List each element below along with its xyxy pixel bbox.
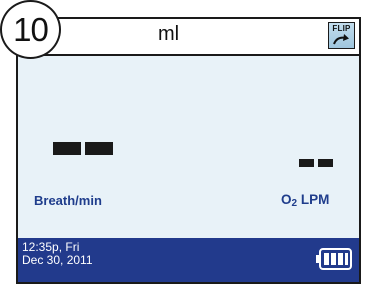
o2-flow-value-placeholder	[299, 154, 337, 172]
breath-rate-value-placeholder	[53, 142, 117, 160]
o2-flow-label: O2 LPM	[281, 192, 329, 209]
breath-rate-label: Breath/min	[34, 193, 102, 208]
dash	[85, 142, 113, 155]
top-bar: ml FLIP	[18, 19, 359, 56]
flip-arrow-icon	[333, 34, 349, 45]
dash	[299, 159, 314, 167]
status-bar: 12:35p, Fri Dec 30, 2011	[18, 238, 359, 282]
step-number: 10	[13, 11, 49, 48]
battery-icon	[316, 248, 352, 270]
date-text: Dec 30, 2011	[22, 253, 93, 267]
flip-label: FLIP	[332, 24, 351, 33]
o2-label-unit: LPM	[297, 192, 330, 207]
reading-area: Breath/min O2 LPM	[18, 56, 359, 240]
o2-label-main: O	[281, 192, 292, 207]
dash	[53, 142, 81, 155]
dash	[318, 159, 333, 167]
step-number-badge: 10	[0, 0, 61, 59]
unit-label: ml	[158, 23, 180, 45]
date-time: 12:35p, Fri Dec 30, 2011	[22, 241, 93, 267]
flip-button[interactable]: FLIP	[328, 22, 355, 49]
device-display: ml FLIP Breath/min O2 LPM 12:35p, Fri De…	[16, 17, 361, 284]
